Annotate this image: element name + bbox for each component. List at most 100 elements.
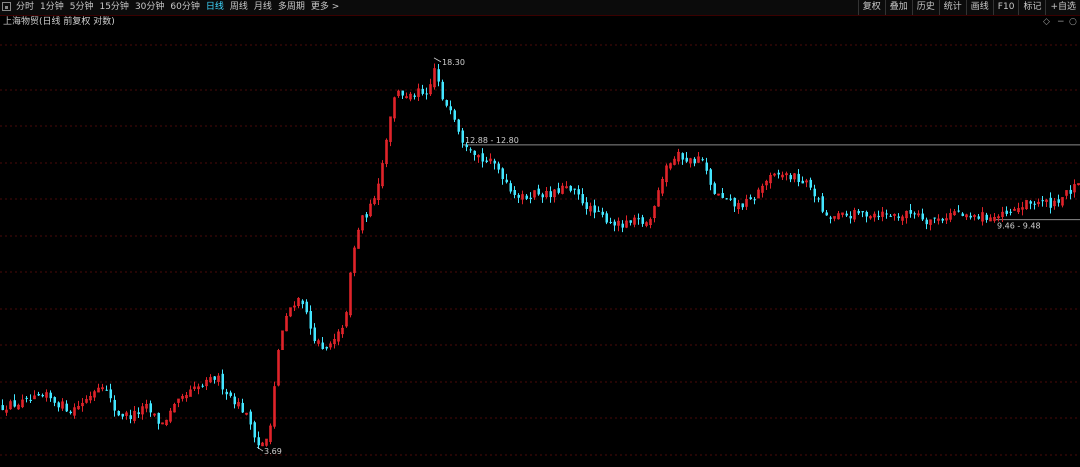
candle-body-113 [453, 110, 456, 120]
candle-body-204 [817, 198, 820, 200]
candle-body-0 [1, 405, 4, 411]
candle-body-177 [709, 169, 712, 185]
candle-body-173 [693, 158, 696, 164]
candle-body-227 [909, 210, 912, 214]
candle-body-60 [241, 402, 244, 413]
candle-body-123 [493, 160, 496, 164]
candle-body-105 [421, 88, 424, 94]
candle-body-145 [581, 194, 584, 204]
candle-body-252 [1009, 211, 1012, 213]
candle-body-152 [609, 221, 612, 223]
candle-body-267 [1069, 189, 1072, 194]
candle-body-114 [457, 119, 460, 132]
candle-body-27 [109, 389, 112, 399]
candle-body-160 [641, 217, 644, 224]
candle-body-139 [557, 188, 560, 193]
candle-body-26 [105, 389, 108, 391]
candle-body-188 [753, 199, 756, 201]
annotation-level-1: 12.88 - 12.80 [465, 136, 519, 145]
min-marker [256, 446, 264, 452]
candle-body-153 [613, 221, 616, 226]
candle-body-246 [985, 214, 988, 220]
candle-body-100 [401, 90, 404, 96]
candle-body-230 [921, 213, 924, 220]
candle-body-262 [1049, 197, 1052, 208]
candle-body-149 [597, 210, 600, 212]
candle-body-143 [573, 188, 576, 190]
candle-body-135 [541, 194, 544, 198]
annotation-level-2: 9.46 - 9.48 [997, 222, 1041, 231]
candlestick-chart[interactable]: 12.88 - 12.80 9.46 - 9.48 18.30 3.69 [0, 0, 1080, 467]
candle-body-124 [497, 163, 500, 170]
candle-body-121 [485, 160, 488, 162]
candle-body-211 [845, 213, 848, 216]
candle-body-32 [129, 415, 132, 420]
candle-body-103 [413, 95, 416, 97]
candle-body-207 [829, 217, 832, 219]
candle-body-242 [969, 215, 972, 218]
chart-labels: 12.88 - 12.80 9.46 - 9.48 18.30 3.69 [256, 57, 1041, 456]
candle-body-175 [701, 159, 704, 161]
candle-body-127 [509, 183, 512, 192]
candle-body-62 [249, 411, 252, 425]
candle-body-91 [365, 214, 368, 218]
candle-body-142 [569, 185, 572, 191]
candle-body-131 [525, 195, 528, 199]
candle-body-178 [713, 183, 716, 194]
candle-body-6 [25, 397, 28, 399]
candle-body-206 [825, 212, 828, 216]
candle-body-56 [225, 391, 228, 395]
candle-body-80 [321, 342, 324, 349]
candle-body-257 [1029, 201, 1032, 204]
candle-body-116 [465, 144, 468, 148]
candle-body-183 [733, 197, 736, 207]
candle-body-144 [577, 189, 580, 195]
candle-body-14 [57, 402, 60, 408]
candle-body-13 [53, 397, 56, 403]
candle-body-187 [749, 197, 752, 200]
candle-body-110 [441, 81, 444, 100]
candle-body-180 [721, 193, 724, 198]
candle-body-215 [861, 211, 864, 213]
grid-lines [0, 44, 1080, 456]
candle-body-235 [941, 218, 944, 221]
candle-body-12 [49, 392, 52, 399]
candle-body-125 [501, 168, 504, 180]
candle-body-129 [517, 194, 520, 198]
candle-body-120 [481, 153, 484, 162]
candle-body-222 [889, 215, 892, 217]
candle-body-185 [741, 203, 744, 208]
candle-body-10 [41, 394, 44, 397]
candle-body-151 [605, 213, 608, 223]
candle-body-200 [801, 180, 804, 184]
candle-body-106 [425, 93, 428, 95]
max-label: 18.30 [442, 58, 465, 67]
candle-body-197 [789, 175, 792, 180]
candle-body-258 [1033, 203, 1036, 205]
candle-body-29 [117, 410, 120, 416]
candle-body-146 [585, 202, 588, 209]
candles [1, 63, 1080, 449]
candle-body-137 [549, 191, 552, 198]
candle-body-76 [305, 301, 308, 313]
candle-body-64 [257, 437, 260, 446]
candle-body-251 [1005, 210, 1008, 214]
candle-body-111 [445, 100, 448, 106]
candle-body-148 [593, 205, 596, 213]
candle-body-233 [933, 217, 936, 219]
candle-body-260 [1041, 200, 1044, 202]
candle-body-57 [229, 392, 232, 396]
candle-body-126 [505, 179, 508, 183]
candle-body-16 [65, 403, 68, 412]
candle-body-203 [813, 188, 816, 197]
candle-body-28 [113, 399, 116, 411]
candle-body-39 [157, 412, 160, 424]
candle-body-77 [309, 311, 312, 329]
candle-body-9 [37, 394, 40, 396]
candle-body-244 [977, 216, 980, 219]
candle-body-155 [621, 223, 624, 228]
candle-body-239 [957, 210, 960, 212]
candle-body-112 [449, 106, 452, 111]
candle-body-199 [797, 173, 800, 182]
candle-body-63 [253, 422, 256, 438]
